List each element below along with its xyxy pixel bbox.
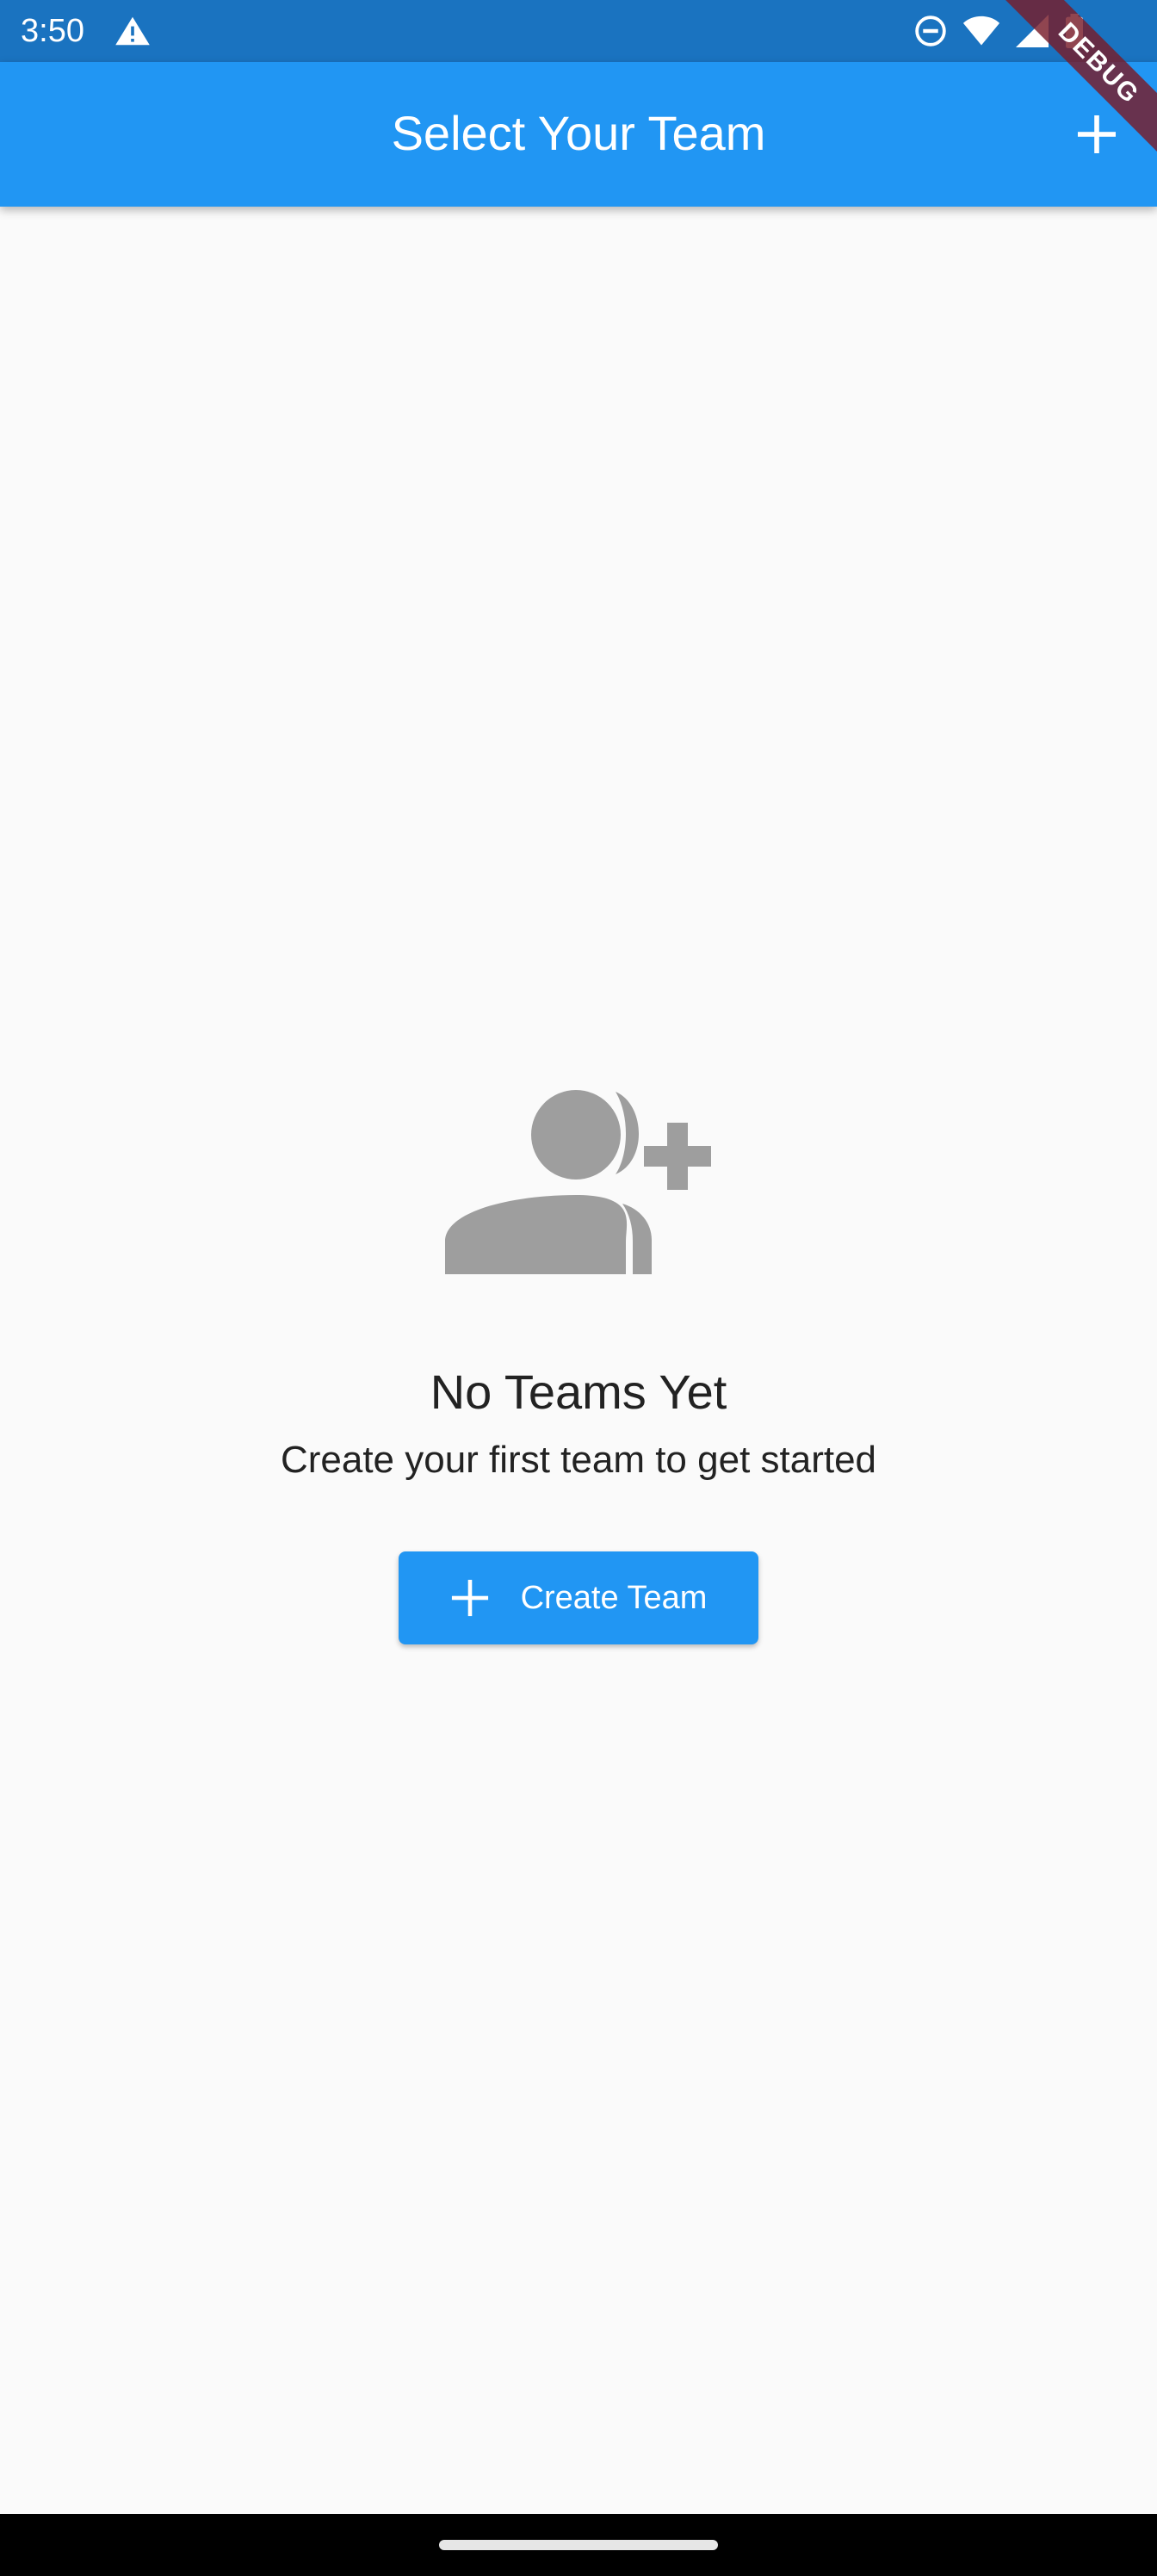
wifi-icon <box>962 15 1000 46</box>
home-gesture-handle[interactable] <box>439 2540 718 2550</box>
add-team-button[interactable] <box>1062 100 1131 169</box>
app-bar: Select Your Team <box>0 62 1157 207</box>
create-team-button-label: Create Team <box>520 1579 708 1616</box>
status-icons <box>914 14 1085 48</box>
add-icon <box>451 1579 488 1617</box>
battery-icon <box>1066 14 1083 48</box>
status-bar: 3:50 <box>0 0 1157 62</box>
status-time: 3:50 <box>21 13 84 49</box>
do-not-disturb-icon <box>915 15 946 46</box>
empty-state-title: No Teams Yet <box>430 1365 727 1419</box>
cellular-signal-icon <box>1016 15 1049 47</box>
empty-state-subtitle: Create your first team to get started <box>280 1439 877 1481</box>
system-nav-bar <box>0 2514 1157 2576</box>
page-title: Select Your Team <box>391 106 766 160</box>
group-add-icon <box>445 1090 711 1274</box>
empty-state: No Teams Yet Create your first team to g… <box>0 1085 1157 1644</box>
warning-icon <box>115 16 150 46</box>
add-icon <box>1078 115 1116 153</box>
create-team-button[interactable]: Create Team <box>399 1551 758 1644</box>
